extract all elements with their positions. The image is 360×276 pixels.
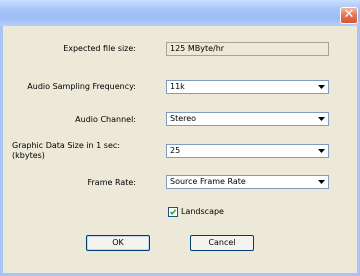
ok-button[interactable]: OK xyxy=(86,235,150,251)
landscape-checkbox[interactable] xyxy=(168,207,178,217)
audio-sampling-frequency-select[interactable]: 11k xyxy=(166,80,329,94)
checkmark-icon xyxy=(169,209,177,215)
audio-sampling-frequency-value: 11k xyxy=(170,82,185,91)
frame-rate-label: Frame Rate: xyxy=(87,178,136,187)
audio-channel-value: Stereo xyxy=(170,114,197,123)
audio-sampling-frequency-label: Audio Sampling Frequency: xyxy=(27,82,136,91)
chevron-down-icon[interactable] xyxy=(315,82,327,92)
chevron-down-icon[interactable] xyxy=(315,146,327,156)
landscape-label[interactable]: Landscape xyxy=(181,207,224,217)
cancel-button[interactable]: Cancel xyxy=(190,235,254,251)
title-bar xyxy=(0,0,360,26)
graphic-data-size-value: 25 xyxy=(170,146,181,155)
expected-file-size-label: Expected file size: xyxy=(63,44,136,53)
frame-rate-value: Source Frame Rate xyxy=(170,177,246,186)
audio-channel-label: Audio Channel: xyxy=(75,115,136,124)
graphic-data-size-label: Graphic Data Size in 1 sec: (kbytes) xyxy=(12,141,120,160)
frame-rate-select[interactable]: Source Frame Rate xyxy=(166,175,329,189)
audio-channel-select[interactable]: Stereo xyxy=(166,112,329,126)
window-frame-left xyxy=(0,26,3,276)
chevron-down-icon[interactable] xyxy=(315,114,327,124)
close-icon: ✕ xyxy=(343,7,355,22)
graphic-data-size-select[interactable]: 25 xyxy=(166,144,329,158)
close-button[interactable]: ✕ xyxy=(340,7,358,24)
chevron-down-icon[interactable] xyxy=(315,177,327,187)
expected-file-size-field: 125 MByte/hr xyxy=(166,42,329,56)
